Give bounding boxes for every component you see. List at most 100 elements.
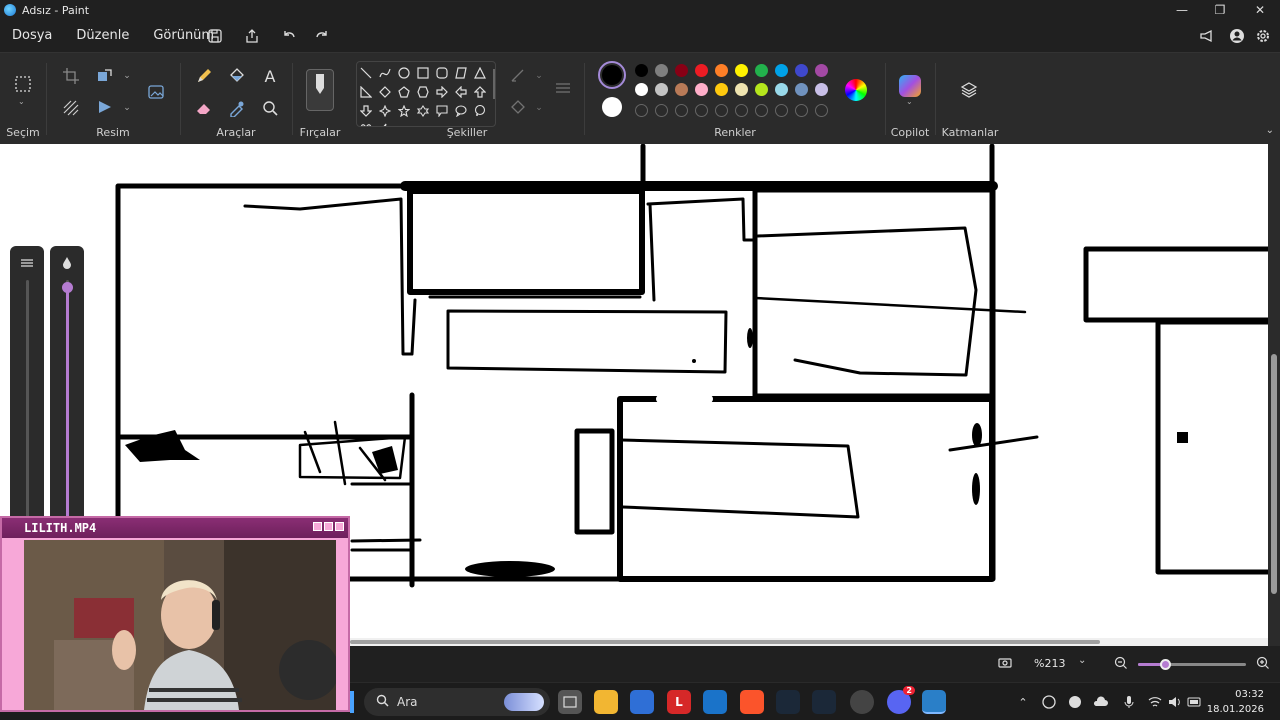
app-tray-icon[interactable] [1040, 693, 1058, 711]
taskbar-search-box[interactable]: Ara [364, 688, 550, 716]
six-point-star-shape-icon[interactable] [414, 102, 432, 120]
custom-color-slot[interactable] [775, 104, 788, 117]
custom-color-slot[interactable] [695, 104, 708, 117]
chevron-down-icon[interactable]: ⌄ [1078, 655, 1086, 666]
color-swatch[interactable] [735, 64, 748, 77]
color-swatch[interactable] [715, 83, 728, 96]
color-swatch[interactable] [635, 64, 648, 77]
color-swatch[interactable] [655, 64, 668, 77]
custom-color-slot[interactable] [755, 104, 768, 117]
zoom-in-icon[interactable] [1256, 656, 1270, 673]
chevron-down-icon[interactable]: ⌄ [116, 65, 138, 87]
shape-size-icon[interactable] [552, 77, 574, 99]
steam-tray-icon[interactable] [1066, 693, 1084, 711]
wifi-icon[interactable] [1146, 693, 1164, 711]
resize-icon[interactable] [94, 65, 116, 87]
color-swatch[interactable] [815, 64, 828, 77]
color-swatch[interactable] [735, 83, 748, 96]
chevron-up-icon[interactable]: ⌃ [1014, 693, 1032, 711]
fill-bucket-icon[interactable] [226, 65, 248, 87]
redo-icon[interactable] [307, 20, 337, 52]
color-swatch[interactable] [715, 64, 728, 77]
chevron-down-icon[interactable]: ⌄ [906, 97, 913, 106]
lightning-shape-icon[interactable] [376, 120, 394, 126]
shapes-scrollbar[interactable] [493, 69, 495, 99]
diamond-shape-icon[interactable] [376, 83, 394, 101]
color-swatch[interactable] [695, 83, 708, 96]
menu-edit[interactable]: Düzenle [64, 20, 141, 52]
horizontal-scrollbar[interactable] [350, 638, 1268, 646]
zoom-level[interactable]: %213 [1034, 657, 1065, 670]
collapse-ribbon-icon[interactable]: ⌄ [1266, 125, 1274, 136]
custom-color-slot[interactable] [795, 104, 808, 117]
right-arrow-shape-icon[interactable] [433, 83, 451, 101]
triangle-shape-icon[interactable] [471, 64, 489, 82]
brush-opacity-slider[interactable] [50, 246, 84, 526]
oval-callout-shape-icon[interactable] [452, 102, 470, 120]
color-swatch[interactable] [815, 83, 828, 96]
color-swatch[interactable] [775, 83, 788, 96]
secondary-color-button[interactable] [602, 97, 622, 117]
color-swatch[interactable] [675, 64, 688, 77]
pentagon-shape-icon[interactable] [395, 83, 413, 101]
color-swatch[interactable] [695, 64, 708, 77]
save-icon[interactable] [200, 20, 230, 52]
feedback-icon[interactable] [1194, 20, 1220, 52]
chevron-down-icon[interactable]: ⌄ [116, 97, 138, 119]
right-triangle-shape-icon[interactable] [357, 83, 375, 101]
magnifier-icon[interactable] [259, 97, 281, 119]
custom-color-slot[interactable] [675, 104, 688, 117]
color-picker-icon[interactable] [226, 97, 248, 119]
maximize-button[interactable]: ❐ [1200, 0, 1240, 20]
color-swatch[interactable] [655, 83, 668, 96]
rotate-icon[interactable] [94, 97, 116, 119]
cloud-icon[interactable] [1092, 693, 1110, 711]
brush-selector-button[interactable] [306, 69, 334, 111]
slider-knob[interactable] [62, 282, 73, 293]
chevron-down-icon[interactable]: ⌄ [528, 65, 550, 87]
brush-size-slider[interactable] [10, 246, 44, 526]
color-swatch[interactable] [755, 64, 768, 77]
chevron-down-icon[interactable]: ⌄ [18, 97, 25, 106]
microphone-icon[interactable] [1120, 693, 1138, 711]
color-swatch[interactable] [795, 64, 808, 77]
steam-icon[interactable] [776, 690, 800, 714]
menu-file[interactable]: Dosya [0, 20, 64, 52]
copilot-icon[interactable] [899, 75, 921, 97]
primary-color-button[interactable] [598, 61, 626, 89]
custom-color-slot[interactable] [655, 104, 668, 117]
eraser-icon[interactable] [193, 97, 215, 119]
heart-shape-icon[interactable] [357, 120, 375, 126]
select-rectangle-icon[interactable] [12, 73, 34, 95]
zoom-slider[interactable] [1138, 659, 1246, 670]
down-arrow-shape-icon[interactable] [357, 102, 375, 120]
battery-icon[interactable] [1186, 693, 1204, 711]
up-arrow-shape-icon[interactable] [471, 83, 489, 101]
discord-icon[interactable]: 2 [887, 686, 915, 714]
file-explorer-icon[interactable] [594, 690, 618, 714]
steam-icon[interactable] [812, 690, 836, 714]
chevron-down-icon[interactable]: ⌄ [528, 97, 550, 119]
color-swatch[interactable] [635, 83, 648, 96]
custom-color-slot[interactable] [735, 104, 748, 117]
pencil-icon[interactable] [193, 65, 215, 87]
share-icon[interactable] [237, 20, 267, 52]
system-clock[interactable]: 03:32 18.01.2026 [1207, 687, 1264, 717]
custom-color-slot[interactable] [715, 104, 728, 117]
rect-callout-shape-icon[interactable] [433, 102, 451, 120]
minimize-button[interactable]: — [1162, 0, 1202, 20]
microsoft-store-icon[interactable] [630, 690, 654, 714]
curve-shape-icon[interactable] [376, 64, 394, 82]
paint-taskbar-icon[interactable] [922, 690, 946, 714]
custom-color-slot[interactable] [635, 104, 648, 117]
vertical-scrollbar[interactable] [1268, 144, 1280, 646]
outline-icon[interactable] [507, 65, 529, 87]
zoom-slider-knob[interactable] [1160, 659, 1171, 670]
polygon-shape-icon[interactable] [452, 64, 470, 82]
outlook-icon[interactable] [703, 690, 727, 714]
zoom-out-icon[interactable] [1114, 656, 1128, 673]
line-shape-icon[interactable] [357, 64, 375, 82]
rectangle-shape-icon[interactable] [414, 64, 432, 82]
fit-to-window-icon[interactable] [998, 656, 1012, 673]
hexagon-shape-icon[interactable] [414, 83, 432, 101]
